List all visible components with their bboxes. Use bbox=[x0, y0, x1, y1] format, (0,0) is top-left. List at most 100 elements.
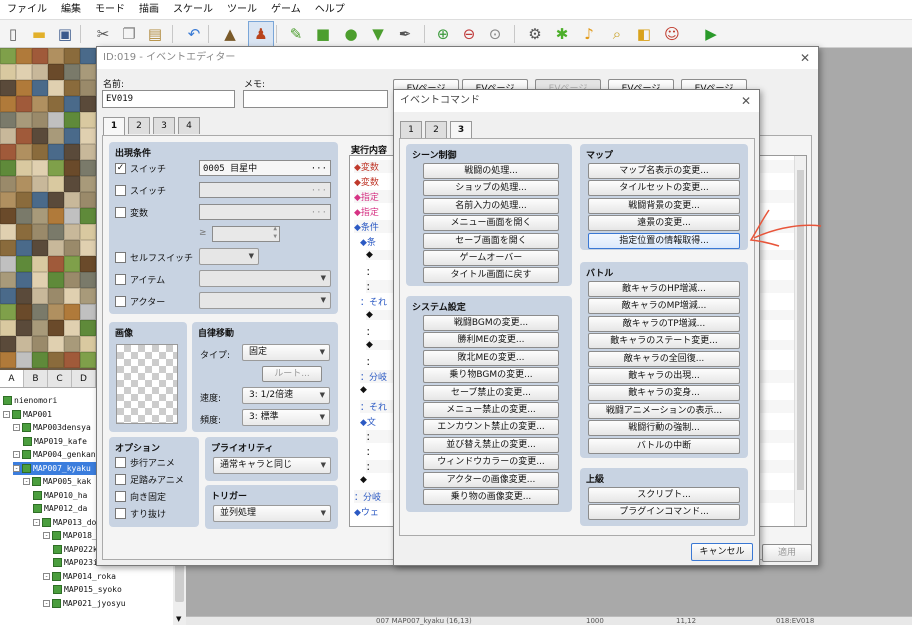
battle-command-button[interactable]: 敵キャラの変身... bbox=[588, 385, 740, 402]
command-tab-3[interactable]: 3 bbox=[450, 121, 472, 139]
tile[interactable] bbox=[0, 64, 16, 80]
playtest-icon[interactable]: ▶ bbox=[700, 23, 722, 45]
map-tree-item[interactable]: - MAP014_roka bbox=[43, 570, 116, 583]
tile[interactable] bbox=[48, 224, 64, 240]
tile[interactable] bbox=[80, 112, 96, 128]
collapse-toggle-icon[interactable]: - bbox=[33, 518, 40, 526]
map-tree-item[interactable]: - MAP001 bbox=[3, 408, 52, 421]
battle-command-button[interactable]: 敵キャラのHP増減... bbox=[588, 281, 740, 297]
tile[interactable] bbox=[0, 144, 16, 160]
map-tree-item[interactable]: - MAP004_genkan bbox=[13, 448, 96, 461]
tile[interactable] bbox=[64, 64, 80, 80]
tile[interactable] bbox=[64, 160, 80, 176]
system-settings-command-button[interactable]: メニュー禁止の変更... bbox=[423, 402, 559, 418]
pencil-icon[interactable]: ✎ bbox=[285, 23, 307, 45]
map-tree-item[interactable]: nienomori bbox=[3, 394, 57, 407]
collapse-toggle-icon[interactable]: - bbox=[23, 478, 30, 485]
movement-frequency-select[interactable]: 3: 標準 ▼ bbox=[242, 409, 330, 426]
tile[interactable] bbox=[64, 224, 80, 240]
tile[interactable] bbox=[64, 80, 80, 96]
tile[interactable] bbox=[80, 128, 96, 144]
event-name-input[interactable]: EV019 bbox=[102, 90, 235, 108]
variable-value-spinner[interactable]: ▲ ▼ bbox=[212, 225, 280, 242]
tileset-tab-d[interactable]: D bbox=[72, 370, 96, 387]
variable-checkbox[interactable]: 変数 bbox=[115, 206, 148, 219]
battle-command-button[interactable]: 戦闘行動の強制... bbox=[588, 420, 740, 437]
tile[interactable] bbox=[48, 336, 64, 352]
battle-command-button[interactable]: 敵キャラのTP増減... bbox=[588, 315, 740, 332]
map-command-button[interactable]: 戦闘背景の変更... bbox=[588, 197, 740, 214]
tile[interactable] bbox=[32, 240, 48, 256]
tile[interactable] bbox=[0, 176, 16, 192]
ellipsis-icon[interactable]: ··· bbox=[311, 205, 327, 221]
tile[interactable] bbox=[80, 304, 96, 320]
menu-item[interactable]: スケール bbox=[166, 0, 220, 20]
tile[interactable] bbox=[64, 48, 80, 64]
actor-select[interactable]: ▼ bbox=[199, 292, 331, 309]
resource-icon[interactable]: ◧ bbox=[633, 23, 655, 45]
tile[interactable] bbox=[32, 304, 48, 320]
map-mode-icon[interactable]: ▲ bbox=[219, 23, 241, 45]
zoom-out-icon[interactable]: ⊖ bbox=[458, 23, 480, 45]
map-tree-item[interactable]: - MAP021_jyosyu bbox=[43, 597, 126, 610]
scroll-down-icon[interactable]: ▼ bbox=[176, 615, 181, 623]
option-checkbox[interactable]: 向き固定 bbox=[115, 490, 166, 503]
system-settings-command-button[interactable]: セーブ禁止の変更... bbox=[423, 384, 559, 401]
map-tree-item[interactable]: - MAP003densya bbox=[13, 421, 91, 434]
spinner-arrows-icon[interactable]: ▲ ▼ bbox=[273, 225, 277, 241]
movement-speed-select[interactable]: 3: 1/2倍速 ▼ bbox=[242, 387, 330, 404]
scene-control-command-button[interactable]: 名前入力の処理... bbox=[423, 197, 559, 214]
map-tree-item[interactable]: - MAP018_r bbox=[43, 529, 102, 542]
tile[interactable] bbox=[64, 304, 80, 320]
ellipsis-icon[interactable]: ··· bbox=[311, 161, 327, 177]
scene-control-command-button[interactable]: 戦闘の処理... bbox=[423, 163, 559, 179]
command-tab-1[interactable]: 1 bbox=[400, 121, 422, 138]
tile[interactable] bbox=[0, 160, 16, 176]
system-settings-command-button[interactable]: 戦闘BGMの変更... bbox=[423, 315, 559, 331]
tile[interactable] bbox=[80, 64, 96, 80]
tile[interactable] bbox=[16, 48, 32, 64]
menu-item[interactable]: ツール bbox=[220, 0, 264, 20]
tile[interactable] bbox=[80, 336, 96, 352]
system-settings-command-button[interactable]: 並び替え禁止の変更... bbox=[423, 436, 559, 453]
tile[interactable] bbox=[16, 224, 32, 240]
cancel-button[interactable]: キャンセル bbox=[691, 543, 753, 561]
tile[interactable] bbox=[16, 160, 32, 176]
tile[interactable] bbox=[0, 320, 16, 336]
tile[interactable] bbox=[16, 256, 32, 272]
item-checkbox[interactable]: アイテム bbox=[115, 273, 165, 286]
tile[interactable] bbox=[16, 208, 32, 224]
close-icon[interactable]: ✕ bbox=[800, 47, 810, 69]
tile[interactable] bbox=[0, 192, 16, 208]
event-image-preview[interactable] bbox=[116, 344, 178, 424]
tile[interactable] bbox=[80, 352, 96, 368]
tile[interactable] bbox=[64, 272, 80, 288]
close-icon[interactable]: ✕ bbox=[741, 90, 751, 112]
switch1-checkbox[interactable]: ✓ スイッチ bbox=[115, 162, 166, 175]
tile[interactable] bbox=[80, 80, 96, 96]
tile[interactable] bbox=[32, 80, 48, 96]
tile[interactable] bbox=[80, 176, 96, 192]
tile[interactable] bbox=[16, 192, 32, 208]
switch2-field[interactable]: ··· bbox=[199, 182, 331, 198]
system-settings-command-button[interactable]: エンカウント禁止の変更... bbox=[423, 419, 559, 436]
map-tree-item[interactable]: MAP022k bbox=[53, 543, 98, 556]
plugin-icon[interactable]: ✱ bbox=[551, 23, 573, 45]
scene-control-command-button[interactable]: メニュー画面を開く bbox=[423, 215, 559, 232]
tile[interactable] bbox=[48, 208, 64, 224]
event-page-tab-2[interactable]: 2 bbox=[128, 117, 150, 134]
tile[interactable] bbox=[80, 144, 96, 160]
event-page-tab-4[interactable]: 4 bbox=[178, 117, 200, 134]
tile[interactable] bbox=[32, 112, 48, 128]
collapse-toggle-icon[interactable]: - bbox=[43, 532, 50, 539]
menu-item[interactable]: 編集 bbox=[54, 0, 88, 20]
tile[interactable] bbox=[48, 352, 64, 368]
tile[interactable] bbox=[32, 192, 48, 208]
collapse-toggle-icon[interactable]: - bbox=[13, 451, 20, 458]
route-button[interactable]: ルート... bbox=[262, 366, 322, 382]
fill-icon[interactable]: ▼ bbox=[367, 23, 389, 45]
tile[interactable] bbox=[48, 288, 64, 304]
tile[interactable] bbox=[80, 256, 96, 272]
map-tree-item[interactable]: MAP015_syoko bbox=[53, 583, 122, 596]
tile[interactable] bbox=[32, 288, 48, 304]
